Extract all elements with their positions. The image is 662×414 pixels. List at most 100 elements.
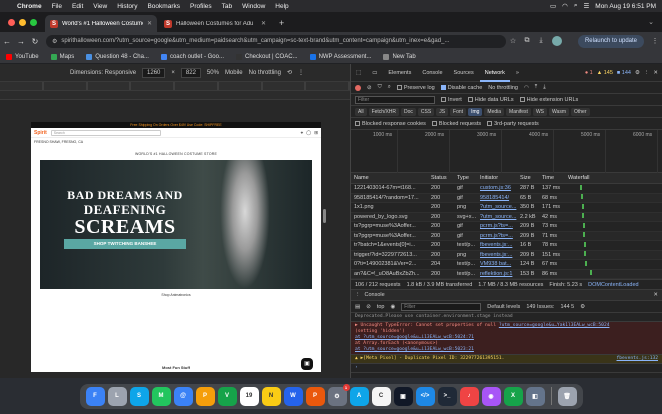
device-type-select[interactable]: Mobile <box>225 70 243 76</box>
store-location-icon[interactable]: ⌖ <box>301 130 304 136</box>
network-throttle-select[interactable]: No throttling <box>488 85 518 91</box>
filter-fetch-xhr[interactable]: Fetch/XHR <box>368 107 400 116</box>
close-drawer-icon[interactable]: ✕ <box>653 292 662 298</box>
table-row[interactable]: 958185414/?random=17... 200 gif 958185414/6… <box>351 193 662 203</box>
console-message-warning[interactable]: ▲ ▶[Meta Pixel] - Duplicate Pixel ID: 32… <box>351 355 662 364</box>
bookmark-nwp-assessment[interactable]: NWP Assessment... <box>304 53 378 60</box>
rotate-icon[interactable]: ⟲ <box>287 69 292 76</box>
table-row[interactable]: an?&C=!_uO8AuBxZbZh... 200 text/p... reflek… <box>351 269 662 279</box>
table-row[interactable]: 0?ti=149002381&Ver=2... 204 text/p... VM938… <box>351 260 662 270</box>
blocked-cookies-checkbox[interactable]: Blocked response cookies <box>355 121 426 127</box>
throttle-select[interactable]: No throttling <box>249 70 281 76</box>
table-row[interactable]: ts?pgrp=muse%3Aoffer... 200 gif pcrm.js?ts=… <box>351 231 662 241</box>
import-har-icon[interactable]: ⤒ <box>535 84 537 91</box>
battery-icon[interactable]: ▭ <box>550 2 556 10</box>
excel-icon[interactable]: X <box>503 386 523 406</box>
menu-help[interactable]: Help <box>270 3 293 10</box>
preview-icon[interactable]: ◧ <box>525 386 545 406</box>
log-levels-select[interactable]: Default levels <box>487 304 520 310</box>
appstore-icon[interactable]: A <box>349 386 369 406</box>
info-count-badge[interactable]: ■ 144 <box>617 70 631 76</box>
wifi-conditions-icon[interactable]: ◠ <box>524 85 529 91</box>
viewport-width-input[interactable]: 1260 <box>142 67 166 78</box>
issues-badges[interactable]: 144 5 <box>560 304 574 310</box>
clear-console-icon[interactable]: ⊘ <box>366 304 371 310</box>
console-drawer-tab[interactable]: Console <box>365 292 385 298</box>
back-arrow-icon[interactable]: ← <box>0 37 14 46</box>
menu-app-name[interactable]: Chrome <box>12 3 47 10</box>
settings-icon[interactable]: ⚙ 1 <box>327 383 350 406</box>
vscode-icon[interactable]: </> <box>415 386 435 406</box>
page-scrollbar[interactable] <box>323 209 326 223</box>
account-icon[interactable]: ◯ <box>306 130 311 136</box>
relaunch-to-update-button[interactable]: Relaunch to update <box>577 34 644 48</box>
menu-file[interactable]: File <box>47 3 67 10</box>
network-overview-timeline[interactable]: 1000 ms 2000 ms 3000 ms 4000 ms 5000 ms … <box>351 130 662 173</box>
shop-twitching-banshee-button[interactable]: SHOP TWITCHING BANSHEE <box>64 239 186 249</box>
preserve-log-checkbox[interactable]: Preserve log <box>396 85 435 91</box>
table-row[interactable]: 1221403014-67m=t168... 200 gif custom.js:36… <box>351 184 662 194</box>
zoom-window-button[interactable] <box>30 19 37 26</box>
filter-css[interactable]: CSS <box>417 107 435 116</box>
dimensions-select[interactable]: Dimensions: Responsive <box>70 70 136 76</box>
powerpoint-icon[interactable]: P <box>305 386 325 406</box>
wifi-icon[interactable]: ◠ <box>562 2 568 10</box>
settings-gear-icon[interactable]: ⚙ <box>635 70 640 76</box>
console-filter-input[interactable]: Filter <box>401 302 482 311</box>
store-location[interactable]: FRESNO SHAW, FRESNO, CA <box>31 138 321 146</box>
context-select[interactable]: top <box>377 304 385 310</box>
messages-icon[interactable]: M <box>151 386 171 406</box>
address-bar[interactable]: ⚙ spirithalloween.com/?utm_source=google… <box>46 34 506 48</box>
device-toggle-icon[interactable]: ▭ <box>367 64 382 82</box>
column-waterfall[interactable]: Waterfall <box>565 175 662 181</box>
filter-font[interactable]: Font <box>450 107 467 116</box>
downloads-icon[interactable]: ⤓ <box>534 37 548 45</box>
console-settings-icon[interactable]: ⚙ <box>580 304 585 310</box>
issues-count[interactable]: 149 Issues: <box>526 304 554 310</box>
menu-history[interactable]: History <box>112 3 142 10</box>
tab-sources[interactable]: Sources <box>449 64 479 82</box>
filter-other[interactable]: Other <box>570 107 590 116</box>
extensions-icon[interactable]: ⧉ <box>520 37 534 45</box>
menu-view[interactable]: View <box>88 3 112 10</box>
invert-checkbox[interactable]: Invert <box>441 97 462 103</box>
stack-frame-link[interactable]: at ?utm_source=google&u…i13EALw_wcB:5024… <box>355 335 474 340</box>
filter-doc[interactable]: Doc <box>401 107 416 116</box>
clear-icon[interactable]: ⊘ <box>367 85 372 91</box>
third-party-checkbox[interactable]: 3rd-party requests <box>487 121 539 127</box>
hide-extension-urls-checkbox[interactable]: Hide extension URLs <box>519 97 578 103</box>
profile-avatar[interactable] <box>552 36 562 46</box>
tab-console[interactable]: Console <box>417 64 447 82</box>
finder-icon[interactable]: F <box>85 386 105 406</box>
filter-manifest[interactable]: Manifest <box>506 107 531 116</box>
more-tabs-icon[interactable]: » <box>511 64 524 82</box>
tab-spirit-halloween[interactable]: S World's #1 Halloween Costume ✕ <box>45 15 157 32</box>
warning-source-link[interactable]: fbevents.js:132 <box>617 356 659 362</box>
chrome-icon[interactable]: C <box>371 386 391 406</box>
forward-arrow-icon[interactable]: → <box>14 37 28 46</box>
close-tab-icon[interactable]: ✕ <box>261 20 266 27</box>
devtools-menu-icon[interactable]: ⋮ <box>644 70 650 76</box>
close-devtools-icon[interactable]: ✕ <box>653 70 658 76</box>
console-prompt[interactable]: › <box>351 364 662 373</box>
more-menu-icon[interactable]: ⋮ <box>648 37 662 45</box>
menu-profiles[interactable]: Profiles <box>185 3 217 10</box>
error-count-badge[interactable]: ● 1 <box>585 70 593 76</box>
spirit-logo[interactable]: Spirit <box>34 130 47 136</box>
column-size[interactable]: Size <box>517 175 539 181</box>
bookmark-star-icon[interactable]: ☆ <box>506 37 520 45</box>
bookmark-maps[interactable]: Maps <box>45 53 81 60</box>
column-status[interactable]: Status <box>428 175 454 181</box>
console-message-error[interactable]: ▶ Uncaught TypeError: Cannot set propert… <box>351 322 662 355</box>
safari-icon[interactable]: S <box>129 386 149 406</box>
table-row[interactable]: tr?batch=1&events[0]=i... 200 text/p... fbe… <box>351 241 662 251</box>
menu-datetime[interactable]: Mon Aug 19 6:51 PM <box>595 3 656 10</box>
record-icon[interactable] <box>355 84 361 91</box>
bookmark-youtube[interactable]: YouTube <box>0 53 45 60</box>
facetime-icon[interactable]: V <box>217 386 237 406</box>
shop-animatronics-link[interactable]: Shop Animatronics <box>40 293 312 297</box>
chat-icon[interactable]: ▣ <box>301 358 313 370</box>
close-window-button[interactable] <box>8 19 15 26</box>
column-type[interactable]: Type <box>454 175 477 181</box>
search-network-icon[interactable]: ⌕ <box>388 84 391 91</box>
